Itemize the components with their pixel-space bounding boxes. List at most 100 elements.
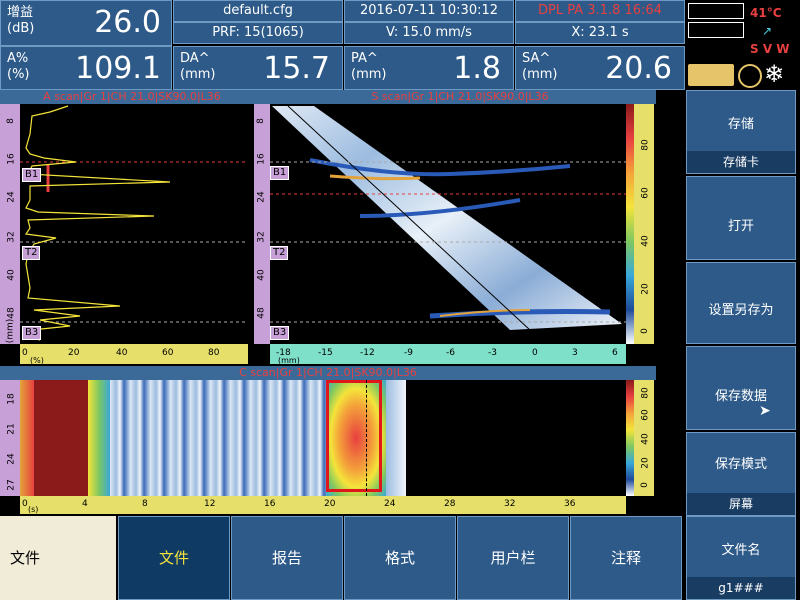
sscan-color-tick: 0	[639, 328, 650, 334]
sscan-color-ruler: 80 60 40 20 0	[634, 104, 654, 344]
sscan-y-tick: 8	[255, 118, 266, 124]
side-button-open[interactable]: 打开	[686, 176, 796, 260]
cscan-color-scale	[626, 380, 634, 496]
cscan-x-tick: 20	[324, 499, 336, 509]
temperature-label: 41°C	[750, 6, 782, 20]
cscan-color-tick: 80	[640, 387, 651, 399]
sscan-x-tick: 6	[612, 348, 618, 358]
cscan-x-tick: 28	[444, 499, 456, 509]
side-button-save-data[interactable]: 保存数据 ➤	[686, 346, 796, 430]
ascan-marker-b3: B3	[22, 326, 42, 340]
da-value: 15.7	[263, 51, 330, 86]
velocity-value: V: 15.0 mm/s	[344, 22, 514, 44]
gain-label: 增益 (dB)	[7, 5, 35, 36]
side-button-label: 存储	[727, 117, 754, 132]
keyboard-icon[interactable]	[688, 64, 734, 86]
cscan-y-tick: 27	[6, 479, 17, 491]
cscan-region	[88, 380, 110, 496]
sscan-marker-t2: T2	[270, 246, 289, 260]
pa-label: PA^ (mm)	[351, 51, 387, 82]
cscan-region	[34, 380, 88, 496]
ascan-y-tick: 16	[6, 153, 17, 165]
sscan-x-unit: (mm)	[278, 356, 300, 365]
cscan-x-tick: 12	[204, 499, 216, 509]
cscan-color-tick: 0	[639, 482, 650, 488]
ascan-x-tick: 60	[162, 348, 174, 358]
cscan-x-tick: 8	[142, 499, 148, 509]
pa-box[interactable]: PA^ (mm) 1.8	[344, 46, 514, 90]
amplitude-box[interactable]: A% (%) 109.1	[0, 46, 172, 90]
cscan-x-tick: 16	[264, 499, 276, 509]
sscan-y-tick: 32	[256, 231, 267, 243]
cscan-x-tick: 24	[384, 499, 396, 509]
ascan-x-unit: (%)	[30, 356, 44, 365]
sscan-x-tick: 0	[532, 348, 538, 358]
cscan-selection-box[interactable]	[326, 380, 382, 492]
side-button-label: 文件名	[721, 543, 761, 558]
sscan-x-tick: -6	[446, 348, 455, 358]
network-icon: ↗	[762, 24, 773, 38]
side-button-file-name[interactable]: 文件名 g1###	[686, 516, 796, 600]
tab-user-field[interactable]: 用户栏	[457, 516, 569, 600]
tab-report[interactable]: 报告	[231, 516, 343, 600]
sa-box[interactable]: SA^ (mm) 20.6	[515, 46, 685, 90]
side-button-save-mode[interactable]: 保存模式 屏幕	[686, 432, 796, 516]
ascan-y-ruler: 8 16 24 32 40 48 (mm)	[0, 104, 20, 344]
amplitude-label: A% (%)	[7, 51, 30, 82]
datetime: 2016-07-11 10:30:12	[344, 0, 514, 22]
battery-icon	[688, 3, 744, 19]
cscan-y-ruler: 18 21 24 27	[0, 380, 20, 496]
cscan-cursor	[366, 380, 367, 496]
prf-value: PRF: 15(1065)	[173, 22, 343, 44]
sscan-marker-b1: B1	[270, 166, 290, 180]
amplitude-value: 109.1	[75, 51, 161, 86]
svw-label: S V W	[750, 42, 790, 56]
ascan-x-tick: 20	[68, 348, 80, 358]
position-value: X: 23.1 s	[515, 22, 685, 44]
cscan-color-tick: 60	[640, 409, 651, 421]
cscan-color-tick: 20	[640, 457, 651, 469]
gain-box[interactable]: 增益 (dB) 26.0	[0, 0, 172, 46]
sscan-x-tick: -9	[404, 348, 413, 358]
tab-format[interactable]: 格式	[344, 516, 456, 600]
side-button-value: 屏幕	[687, 493, 795, 515]
cscan-color-tick: 40	[640, 433, 651, 445]
cscan-region	[386, 380, 406, 496]
ascan-x-tick: 0	[22, 348, 28, 358]
ascan-marker-t2: T2	[22, 246, 41, 260]
cscan-y-tick: 21	[6, 423, 17, 435]
mouse-cursor-icon: ➤	[759, 403, 771, 419]
tab-file[interactable]: 文件	[118, 516, 230, 600]
da-box[interactable]: DA^ (mm) 15.7	[173, 46, 343, 90]
side-button-label: 设置另存为	[708, 303, 774, 318]
ascan-title: A scan|Gr 1|CH 21.0|SK90.0|L36	[0, 90, 264, 104]
sscan-y-tick: 16	[256, 153, 267, 165]
pa-value: 1.8	[453, 51, 501, 86]
cscan-y-tick: 18	[6, 393, 17, 405]
sscan-x-tick: -15	[318, 348, 333, 358]
ascan-x-ruler: 0 20 40 60 80 (%)	[20, 344, 248, 365]
ascan-y-tick: 24	[6, 191, 17, 203]
cscan-plot[interactable]	[20, 380, 626, 496]
file-name: default.cfg	[173, 0, 343, 22]
ascan-plot[interactable]: B1 T2 B3	[20, 104, 248, 344]
sscan-y-tick: 24	[256, 191, 267, 203]
cscan-region	[20, 380, 34, 496]
sscan-marker-b3: B3	[270, 326, 290, 340]
sa-value: 20.6	[605, 51, 672, 86]
cscan-x-tick: 36	[564, 499, 576, 509]
side-button-value: g1###	[687, 577, 795, 599]
status-area: 41°C ↗ S V W ❄	[686, 0, 800, 90]
side-button-save-setup-as[interactable]: 设置另存为	[686, 262, 796, 344]
sscan-x-tick: -12	[360, 348, 375, 358]
side-button-storage[interactable]: 存储 存储卡	[686, 90, 796, 174]
sscan-color-tick: 60	[640, 187, 651, 199]
tab-notes[interactable]: 注释	[570, 516, 682, 600]
cscan-x-ruler: 0 4 8 12 16 20 24 28 32 36 (s)	[20, 496, 626, 514]
side-button-label: 打开	[727, 219, 754, 234]
ascan-y-tick: 32	[6, 231, 17, 243]
cscan-x-unit: (s)	[28, 505, 39, 514]
cscan-title: C scan|Gr 1|CH 21.0|SK90.0|L36	[0, 366, 656, 380]
cscan-x-tick: 4	[82, 499, 88, 509]
sscan-plot[interactable]: B1 T2 B3	[270, 104, 626, 344]
